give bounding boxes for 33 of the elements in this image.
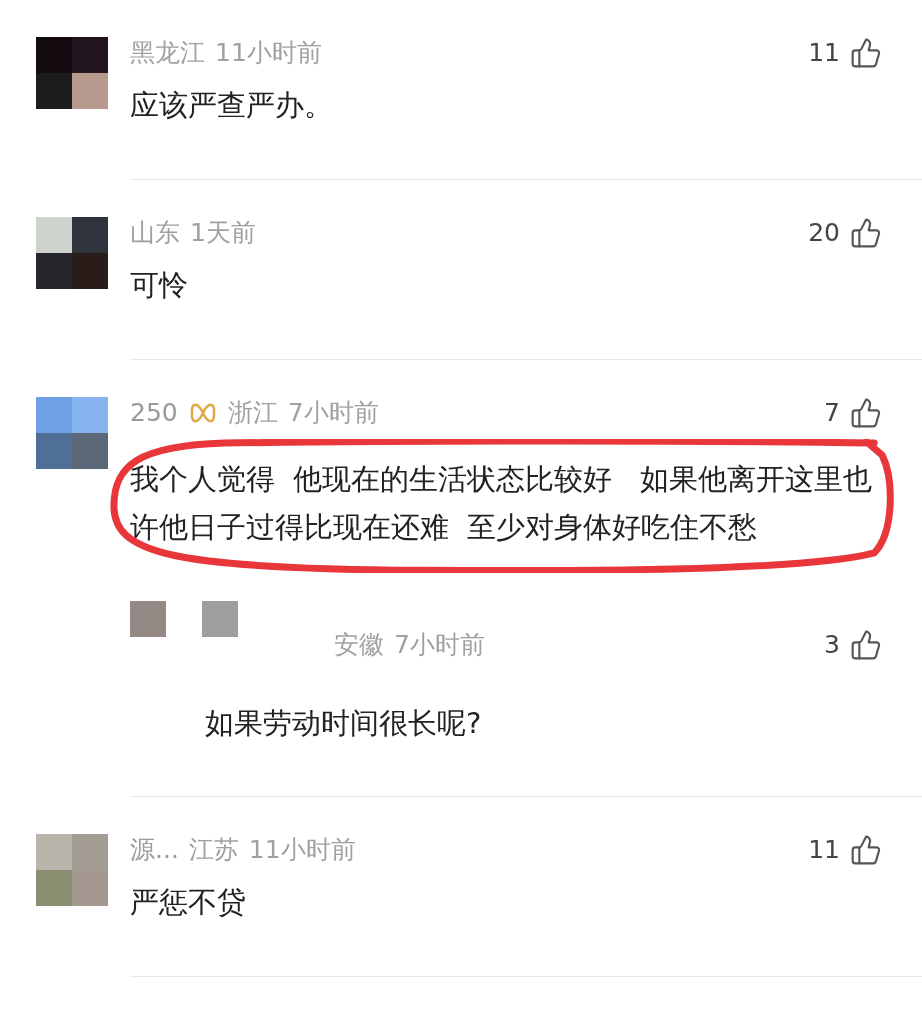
- avatar: [130, 601, 166, 637]
- like-count: 11: [808, 37, 840, 70]
- location-text: 浙江: [227, 397, 278, 430]
- avatar: [36, 37, 108, 109]
- location-text: 江苏: [188, 834, 239, 867]
- location-text: 黑龙江: [130, 37, 205, 70]
- time-text: 11小时前: [215, 37, 322, 70]
- avatar: [202, 601, 238, 637]
- time-text: 1天前: [190, 217, 256, 250]
- time-text: 11小时前: [248, 834, 356, 867]
- thumbs-up-icon[interactable]: [850, 629, 882, 661]
- comment-text: 严惩不贷: [130, 884, 247, 921]
- location-text: 安徽: [334, 629, 384, 662]
- like-count: 11: [808, 834, 840, 867]
- avatar: [36, 217, 108, 289]
- avatar: [36, 834, 108, 906]
- location-text: 山东: [130, 217, 180, 250]
- thumbs-up-icon[interactable]: [850, 397, 882, 429]
- like-count: 3: [824, 629, 840, 662]
- thumbs-up-icon[interactable]: [850, 834, 882, 866]
- time-text: 7小时前: [287, 397, 379, 430]
- thumbs-up-icon[interactable]: [850, 217, 882, 249]
- username[interactable]: 250: [130, 394, 178, 432]
- comment-text: 可怜: [130, 267, 189, 304]
- time-text: 7小时前: [394, 629, 485, 662]
- avatar: [36, 397, 108, 469]
- like-count: 7: [824, 397, 840, 430]
- comment-text: 应该严查严办。: [130, 87, 334, 124]
- comment-text: 我个人觉得 他现在的生活状态比较好 如果他离开这里也许他日子过得比现在还难 至少对身体好吃住不愁: [130, 461, 874, 546]
- reply-text: 如果劳动时间很长呢?: [205, 705, 483, 742]
- thumbs-up-icon[interactable]: [850, 37, 882, 69]
- username[interactable]: 源...: [130, 831, 179, 869]
- like-count: 20: [808, 217, 840, 250]
